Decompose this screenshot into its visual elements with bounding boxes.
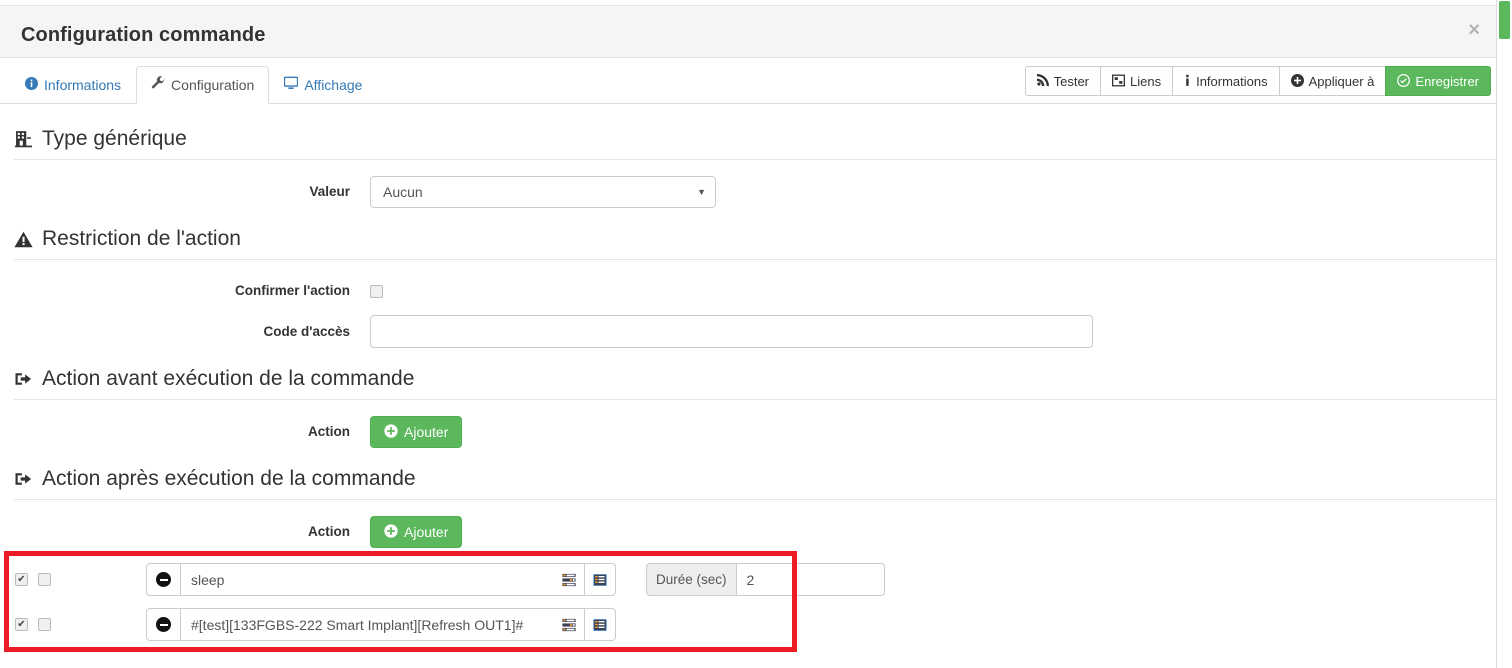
- table-row: [0, 608, 616, 641]
- action-label: Action: [308, 424, 350, 439]
- button-label: Enregistrer: [1415, 73, 1479, 89]
- field-row-confirm-action: Confirmer l'action: [0, 282, 420, 300]
- tab-informations[interactable]: Informations: [10, 67, 136, 104]
- list-alt-icon[interactable]: [585, 563, 616, 596]
- close-icon[interactable]: ×: [1468, 20, 1480, 40]
- page-title: Configuration commande: [21, 24, 266, 46]
- section-header-generic-type: Type générique: [14, 126, 1496, 160]
- action-enabled-checkbox[interactable]: [15, 618, 28, 631]
- section-header-action-after: Action après exécution de la commande: [14, 466, 1496, 500]
- test-button[interactable]: Tester: [1024, 66, 1102, 96]
- button-label: Ajouter: [404, 524, 449, 540]
- tab-label: Configuration: [171, 76, 255, 93]
- apply-to-button[interactable]: Appliquer à: [1278, 66, 1387, 96]
- access-code-label: Code d'accès: [263, 323, 351, 339]
- sliders-icon[interactable]: [554, 563, 585, 596]
- list-alt-icon[interactable]: [585, 608, 616, 641]
- remove-action-button[interactable]: [146, 608, 181, 641]
- action-label: Action: [308, 524, 350, 539]
- button-label: Ajouter: [404, 424, 449, 440]
- command-input[interactable]: [181, 563, 554, 596]
- access-code-input[interactable]: [370, 315, 1093, 348]
- modal-header: Configuration commande ×: [0, 5, 1496, 58]
- action-enabled-checkbox[interactable]: [15, 573, 28, 586]
- valeur-label: Valeur: [309, 184, 350, 199]
- remove-action-button[interactable]: [146, 563, 181, 596]
- action-toolbar: Tester Liens Informations Appliquer à En: [1024, 66, 1491, 96]
- rss-icon: [1036, 74, 1049, 88]
- option-input-group: Durée (sec): [646, 563, 885, 596]
- button-label: Appliquer à: [1308, 73, 1375, 89]
- tab-configuration[interactable]: Configuration: [136, 66, 270, 104]
- action-secondary-checkbox[interactable]: [38, 618, 51, 631]
- section-title: Restriction de l'action: [42, 227, 241, 250]
- field-row-access-code: Code d'accès: [0, 315, 1115, 348]
- command-input-group: [146, 563, 616, 596]
- wrench-icon: [151, 76, 165, 94]
- add-action-after-button[interactable]: Ajouter: [370, 516, 463, 548]
- check-circle-icon: [1397, 73, 1411, 89]
- sign-out-icon: [14, 469, 33, 489]
- duration-label: Durée (sec): [646, 563, 737, 596]
- page-scrollbar[interactable]: [1496, 0, 1512, 668]
- add-action-before-button[interactable]: Ajouter: [370, 416, 463, 448]
- minus-circle-icon: [156, 572, 171, 587]
- section-title: Type générique: [42, 127, 187, 150]
- button-label: Informations: [1196, 73, 1268, 89]
- tab-label: Affichage: [304, 76, 363, 93]
- info-icon: [1184, 74, 1191, 89]
- section-header-restriction: Restriction de l'action: [14, 226, 1496, 260]
- plus-circle-icon: [1290, 73, 1304, 89]
- warning-triangle-icon: [14, 229, 33, 249]
- command-input[interactable]: [181, 608, 554, 641]
- plus-circle-icon: [384, 523, 398, 541]
- section-title: Action avant exécution de la commande: [42, 367, 415, 390]
- minus-circle-icon: [156, 617, 171, 632]
- section-title: Action après exécution de la commande: [42, 467, 416, 490]
- informations-button[interactable]: Informations: [1172, 66, 1280, 96]
- sitemap-icon: [1112, 74, 1126, 89]
- info-circle-icon: [25, 77, 38, 94]
- action-secondary-checkbox[interactable]: [38, 573, 51, 586]
- command-input-group: [146, 608, 616, 641]
- button-label: Liens: [1130, 73, 1162, 89]
- table-row: Durée (sec): [0, 563, 885, 596]
- field-row-valeur: Valeur Aucun ▼: [0, 176, 738, 208]
- plus-circle-icon: [384, 423, 398, 441]
- scrollbar-thumb[interactable]: [1499, 1, 1510, 39]
- field-row-action-before: Action Ajouter: [0, 416, 500, 448]
- save-button[interactable]: Enregistrer: [1385, 66, 1491, 96]
- button-label: Tester: [1053, 73, 1090, 89]
- confirm-action-label: Confirmer l'action: [235, 283, 350, 298]
- sliders-icon[interactable]: [554, 608, 585, 641]
- confirm-action-checkbox[interactable]: [370, 284, 383, 298]
- tab-affichage[interactable]: Affichage: [269, 66, 377, 104]
- configuration-commande-modal: Configuration commande × Informations Co…: [0, 0, 1512, 668]
- tab-label: Informations: [44, 77, 122, 93]
- desktop-icon: [284, 76, 299, 94]
- duration-input[interactable]: [736, 563, 885, 596]
- valeur-select-value: Aucun: [383, 184, 423, 200]
- building-icon: [14, 129, 33, 149]
- sign-out-icon: [14, 369, 33, 389]
- field-row-action-after: Action Ajouter: [0, 516, 500, 548]
- valeur-select[interactable]: Aucun ▼: [370, 176, 716, 208]
- links-button[interactable]: Liens: [1100, 66, 1174, 96]
- section-header-action-before: Action avant exécution de la commande: [14, 366, 1496, 400]
- chevron-down-icon: ▼: [697, 187, 706, 197]
- tab-bar: Informations Configuration Affichage: [10, 66, 377, 104]
